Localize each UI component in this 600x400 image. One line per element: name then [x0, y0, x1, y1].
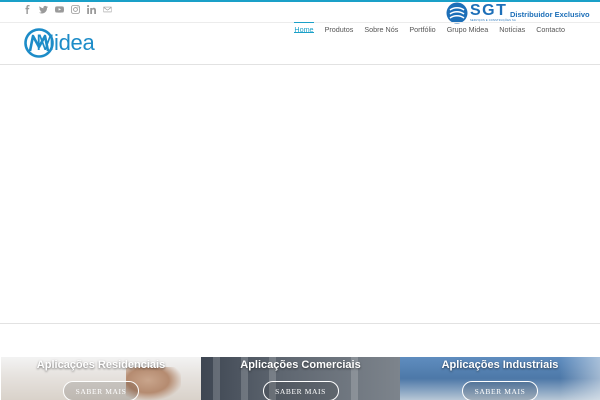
partner-name: SGT	[470, 2, 508, 20]
applications-section: Aplicações Residenciais SABER MAIS Aplic…	[1, 357, 600, 400]
twitter-icon[interactable]	[39, 5, 48, 14]
top-bar: SGT SERVIÇOS E CONSTRUÇÕES SA Distribuid…	[0, 2, 600, 24]
nav-item-not-cias[interactable]: Notícias	[499, 23, 525, 64]
youtube-icon[interactable]	[55, 5, 64, 14]
facebook-icon[interactable]	[23, 5, 32, 14]
nav-item-grupo-midea[interactable]: Grupo Midea	[447, 23, 489, 64]
linkedin-icon[interactable]	[87, 5, 96, 14]
hero-slider	[0, 65, 600, 323]
hero-divider	[0, 323, 600, 324]
saber-mais-button[interactable]: SABER MAIS	[262, 381, 339, 400]
email-icon[interactable]	[103, 5, 112, 14]
card-industrial[interactable]: Aplicações Industriais SABER MAIS	[400, 357, 600, 400]
card-title: Aplicações Residenciais	[36, 359, 166, 371]
sgt-logo-icon	[446, 2, 468, 24]
nav-item-sobre-n-s[interactable]: Sobre Nós	[364, 23, 398, 64]
main-nav: Home Produtos Sobre Nós Portfólio Grupo Mide…	[294, 22, 565, 64]
nav-item-produtos[interactable]: Produtos	[325, 23, 354, 64]
partner-logo[interactable]: SGT SERVIÇOS E CONSTRUÇÕES SA	[446, 2, 516, 24]
card-title: Aplicações Industriais	[441, 359, 559, 371]
saber-mais-button[interactable]: SABER MAIS	[63, 381, 139, 400]
nav-item-contacto[interactable]: Contacto	[536, 23, 565, 64]
nav-item-home[interactable]: Home	[294, 22, 314, 64]
card-title: Aplicações Comerciais	[240, 359, 361, 371]
saber-mais-button[interactable]: SABER MAIS	[462, 381, 538, 400]
card-residential[interactable]: Aplicações Residenciais SABER MAIS	[1, 357, 201, 400]
nav-item-portf-lio[interactable]: Portfólio	[409, 23, 435, 64]
social-links	[23, 5, 112, 14]
site-header: Midea Home Produtos Sobre Nós Portfólio Grup…	[0, 22, 600, 64]
card-commercial[interactable]: Aplicações Comerciais SABER MAIS	[201, 357, 400, 400]
partner-tagline: Distribuidor Exclusivo	[510, 10, 590, 19]
midea-logo-text: Midea	[36, 30, 95, 55]
instagram-icon[interactable]	[71, 5, 80, 14]
